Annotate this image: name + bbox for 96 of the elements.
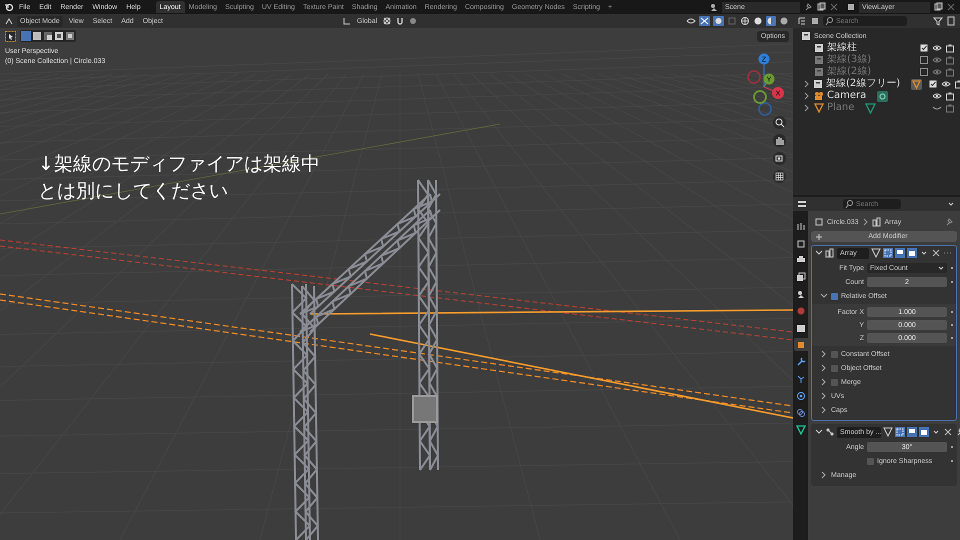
search-icon <box>845 199 855 209</box>
plus-icon <box>815 232 823 240</box>
mesh-data-icon[interactable] <box>865 102 876 114</box>
checkbox-icon[interactable] <box>928 79 938 89</box>
collection-box-icon <box>814 67 824 77</box>
overlay-toggle-icon[interactable] <box>713 16 724 26</box>
camera-button[interactable] <box>773 152 786 165</box>
render-toggle-icon[interactable] <box>919 427 929 437</box>
checkbox-icon[interactable] <box>919 43 929 53</box>
display-mode-icon[interactable] <box>797 16 807 26</box>
scene-icon <box>796 288 806 298</box>
eye-icon[interactable] <box>932 91 942 101</box>
camera-icon <box>814 91 824 101</box>
camera-render-icon[interactable] <box>945 43 955 53</box>
proportional-edit-icon[interactable] <box>408 16 418 26</box>
solid-shading-icon[interactable] <box>753 16 763 26</box>
filter-icon[interactable] <box>933 16 943 26</box>
eye-icon[interactable] <box>932 43 942 53</box>
object-square-icon <box>796 340 806 350</box>
edit-mode-icon[interactable] <box>883 427 893 437</box>
collection-box-icon <box>813 79 823 89</box>
keyframe-dot-icon[interactable] <box>950 266 954 270</box>
tool-icon <box>796 220 806 230</box>
image-stack-icon <box>796 272 806 282</box>
cage-toggle-icon[interactable] <box>895 427 905 437</box>
editor-type-icon[interactable] <box>4 16 14 26</box>
object-square-icon <box>814 217 824 227</box>
select-tool-icon[interactable] <box>5 30 16 42</box>
new-collection-icon[interactable] <box>946 16 956 26</box>
material-shading-icon[interactable] <box>766 16 776 26</box>
constraint-icon <box>796 408 806 418</box>
physics-orbit-icon <box>796 390 806 400</box>
outliner-item[interactable]: 架線(2線フリー) <box>826 78 900 90</box>
rendered-shading-icon[interactable] <box>779 16 789 26</box>
wireframe-shading-icon[interactable] <box>740 16 750 26</box>
visibility-icon[interactable] <box>686 16 696 26</box>
zoom-icon <box>773 116 786 129</box>
mesh-triangle-icon <box>796 424 806 434</box>
caret-icon <box>938 265 944 271</box>
outliner-item[interactable]: Camera <box>827 90 866 102</box>
grid-icon <box>773 170 786 183</box>
checkbox[interactable] <box>831 350 838 358</box>
layers-icon[interactable] <box>846 2 856 12</box>
viewport-toggle-icon[interactable] <box>907 427 917 437</box>
zoom-button[interactable] <box>773 116 786 129</box>
checkbox-icon[interactable] <box>919 67 929 77</box>
pivot-icon[interactable] <box>382 16 392 26</box>
checkbox-icon[interactable] <box>919 55 929 65</box>
close-icon[interactable] <box>943 427 953 437</box>
keyframe-dot-icon[interactable] <box>950 459 954 463</box>
pin-icon[interactable] <box>803 2 813 12</box>
particles-icon <box>796 374 806 384</box>
orientation-icon[interactable] <box>342 16 352 26</box>
annotation-text: ↓架線のモディファイアは架線中 とは別にしてください <box>38 152 321 204</box>
collection-box-icon <box>796 322 806 332</box>
collection-box-icon <box>814 55 824 65</box>
close-icon[interactable] <box>931 248 941 258</box>
grid-button[interactable] <box>773 170 786 183</box>
scene-icon[interactable] <box>709 2 719 12</box>
new-layer-icon[interactable] <box>933 2 943 12</box>
keyframe-dot-icon[interactable] <box>950 280 954 284</box>
keyframe-dot-icon[interactable] <box>950 445 954 449</box>
blender-logo-icon <box>4 2 14 12</box>
search-icon <box>825 16 835 26</box>
printer-icon <box>796 254 806 264</box>
keyframe-dot-icon[interactable] <box>950 310 954 314</box>
properties-tab[interactable] <box>794 423 808 436</box>
keyframe-dot-icon[interactable] <box>950 336 954 340</box>
collection-box-icon <box>801 31 811 41</box>
checkbox[interactable] <box>831 378 838 386</box>
render-toggle-icon[interactable] <box>907 248 917 258</box>
checkbox[interactable] <box>831 364 838 372</box>
viewport-toggle-icon[interactable] <box>895 248 905 258</box>
eye-icon[interactable] <box>941 79 952 89</box>
camera-render-icon[interactable] <box>945 91 955 101</box>
array-modifier-icon <box>872 217 882 227</box>
smooth-modifier-icon <box>825 427 835 437</box>
outliner-item[interactable]: 架線柱 <box>827 42 857 54</box>
edit-mode-icon[interactable] <box>871 248 881 258</box>
collection-box-icon <box>814 43 824 53</box>
camera-data-icon[interactable] <box>877 90 888 102</box>
globe-icon <box>796 306 806 316</box>
checkbox[interactable] <box>831 292 838 300</box>
snap-magnet-icon[interactable] <box>395 16 406 26</box>
array-modifier-icon <box>825 248 835 258</box>
new-scene-icon[interactable] <box>816 2 826 12</box>
modifier-icon[interactable] <box>911 78 922 90</box>
keyframe-dot-icon[interactable] <box>950 323 954 327</box>
gizmo-toggle-icon[interactable] <box>699 16 710 26</box>
filter-view-icon[interactable] <box>810 16 820 26</box>
cage-toggle-icon[interactable] <box>883 248 893 258</box>
mesh-triangle-icon <box>814 103 824 113</box>
render-icon <box>796 238 806 248</box>
properties-tab[interactable] <box>794 338 808 351</box>
editor-type-icon[interactable] <box>797 199 807 209</box>
wrench-icon <box>796 356 806 366</box>
